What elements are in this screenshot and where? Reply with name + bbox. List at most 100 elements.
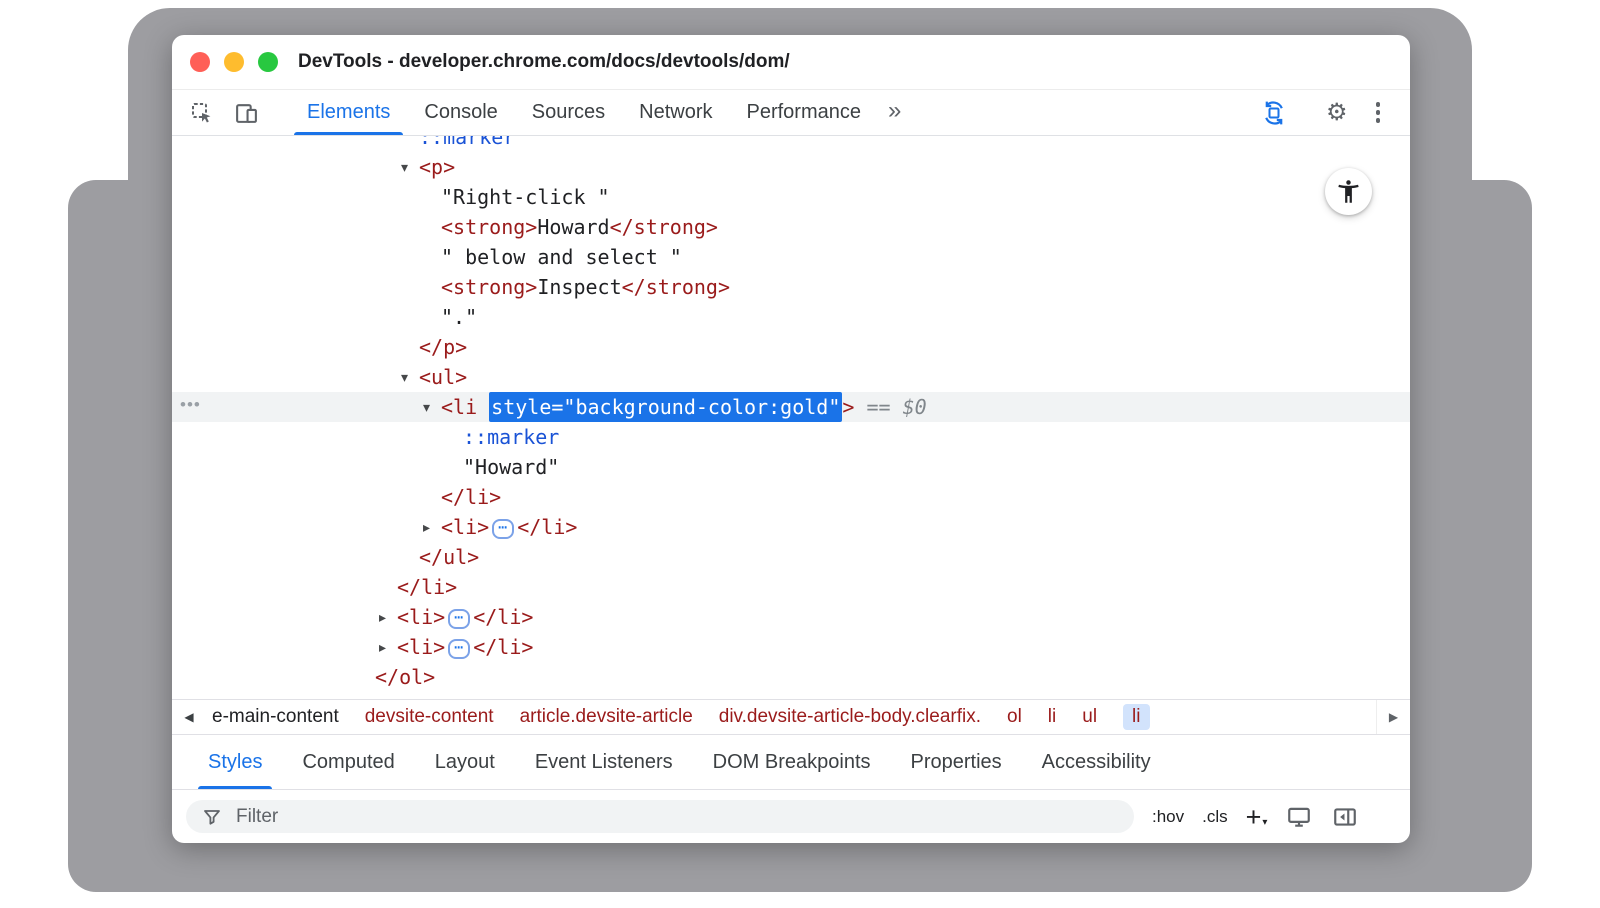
code-token: </li> bbox=[473, 605, 533, 629]
styles-toolbar: :hov .cls + ▾ bbox=[172, 789, 1410, 843]
breadcrumb-item-li[interactable]: li bbox=[1048, 706, 1056, 728]
dom-tree-row[interactable]: </ul> bbox=[172, 542, 1410, 572]
breadcrumb-item-ul[interactable]: ul bbox=[1082, 706, 1097, 728]
code-token: </strong> bbox=[610, 215, 718, 239]
code-token: <strong> bbox=[441, 215, 537, 239]
rendering-emulation-icon[interactable] bbox=[1285, 803, 1313, 831]
breadcrumb-item-div-devsite-article-body-clearfix-[interactable]: div.devsite-article-body.clearfix. bbox=[719, 706, 981, 728]
code-token: </ul> bbox=[419, 545, 479, 569]
zoom-button[interactable] bbox=[258, 52, 278, 72]
collapse-arrow-icon[interactable]: ▸ bbox=[379, 602, 386, 632]
code-token: "Howard" bbox=[463, 455, 559, 479]
row-overflow-menu-icon[interactable]: ••• bbox=[180, 390, 201, 420]
tab-layout[interactable]: Layout bbox=[415, 735, 515, 789]
dom-tree-row[interactable]: ▸ <li>⋯</li> bbox=[172, 632, 1410, 662]
breadcrumb-item-li[interactable]: li bbox=[1123, 704, 1149, 730]
device-toolbar-icon[interactable] bbox=[232, 99, 260, 127]
element-classes-button[interactable]: .cls bbox=[1202, 807, 1228, 827]
minimize-button[interactable] bbox=[224, 52, 244, 72]
code-token: > bbox=[842, 395, 854, 419]
tab-console[interactable]: Console bbox=[407, 90, 514, 135]
stage: DevTools - developer.chrome.com/docs/dev… bbox=[0, 0, 1600, 908]
code-token: </li> bbox=[473, 635, 533, 659]
code-token: <p> bbox=[419, 155, 455, 179]
code-token: <li> bbox=[441, 515, 489, 539]
dom-tree-row[interactable]: </p> bbox=[172, 332, 1410, 362]
tab-computed[interactable]: Computed bbox=[282, 735, 414, 789]
toggle-element-state-button[interactable]: :hov bbox=[1152, 807, 1184, 827]
styles-filter[interactable] bbox=[186, 800, 1134, 833]
code-token: ::marker bbox=[463, 425, 559, 449]
code-token: Howard bbox=[537, 215, 609, 239]
dom-tree-row[interactable]: <strong>Howard</strong> bbox=[172, 212, 1410, 242]
tab-sources[interactable]: Sources bbox=[515, 90, 622, 135]
three-dot-menu-icon[interactable] bbox=[1370, 100, 1387, 125]
code-token: </ol> bbox=[375, 665, 435, 689]
code-token: == bbox=[854, 395, 902, 419]
code-token: Inspect bbox=[537, 275, 621, 299]
inspect-element-icon[interactable] bbox=[188, 99, 216, 127]
dom-tree-row[interactable]: ▾<ul> bbox=[172, 362, 1410, 392]
breadcrumb-scroll-right-button[interactable]: ▶ bbox=[1376, 700, 1410, 734]
dom-tree-row[interactable]: </li> bbox=[172, 482, 1410, 512]
expand-arrow-icon[interactable]: ▾ bbox=[401, 152, 408, 182]
code-token: <li> bbox=[397, 635, 445, 659]
dom-tree: ::marker▾<p>"Right-click "<strong>Howard… bbox=[172, 136, 1410, 699]
breadcrumb-item-devsite-content[interactable]: devsite-content bbox=[365, 706, 494, 728]
breadcrumb-scroll-left-button[interactable]: ◀ bbox=[172, 700, 206, 734]
tab-event-listeners[interactable]: Event Listeners bbox=[515, 735, 693, 789]
code-token: "Right-click " bbox=[441, 185, 610, 209]
code-token: $0 bbox=[903, 395, 927, 419]
expand-arrow-icon[interactable]: ▾ bbox=[401, 362, 408, 392]
title-bar: DevTools - developer.chrome.com/docs/dev… bbox=[172, 35, 1410, 90]
dom-tree-row[interactable]: "." bbox=[172, 302, 1410, 332]
tab-properties[interactable]: Properties bbox=[891, 735, 1022, 789]
close-button[interactable] bbox=[190, 52, 210, 72]
devtools-toolbar: ElementsConsoleSourcesNetworkPerformance… bbox=[172, 90, 1410, 136]
chevron-down-icon: ▾ bbox=[1262, 817, 1267, 828]
dom-tree-row[interactable]: ▾ <p> bbox=[172, 152, 1410, 182]
dom-tree-row[interactable]: •••▾<li style="background-color:gold"> =… bbox=[172, 392, 1410, 422]
tab-elements[interactable]: Elements bbox=[290, 90, 407, 135]
collapsed-content-button[interactable]: ⋯ bbox=[492, 519, 514, 539]
collapsed-content-button[interactable]: ⋯ bbox=[448, 639, 470, 659]
dom-tree-row[interactable]: ▸<li>⋯</li> bbox=[172, 602, 1410, 632]
sync-icon[interactable] bbox=[1260, 99, 1288, 127]
breadcrumb-item-e-main-content[interactable]: e-main-content bbox=[212, 706, 339, 728]
devtools-window: DevTools - developer.chrome.com/docs/dev… bbox=[172, 35, 1410, 843]
tab-performance[interactable]: Performance bbox=[730, 90, 879, 135]
sidebar-tabs: StylesComputedLayoutEvent ListenersDOM B… bbox=[172, 734, 1410, 789]
dom-tree-row[interactable]: </ol> bbox=[172, 662, 1410, 692]
new-style-rule-button[interactable]: + ▾ bbox=[1246, 806, 1268, 828]
collapse-arrow-icon[interactable]: ▸ bbox=[423, 512, 430, 542]
tab-dom-breakpoints[interactable]: DOM Breakpoints bbox=[693, 735, 891, 789]
more-panels-button[interactable]: » bbox=[878, 97, 911, 125]
code-token: </li> bbox=[397, 575, 457, 599]
filter-input[interactable] bbox=[236, 806, 1076, 828]
dom-tree-row[interactable]: "Howard" bbox=[172, 452, 1410, 482]
dom-tree-row[interactable]: ::marker bbox=[172, 422, 1410, 452]
breadcrumb-list: e-main-content devsite-content article.dev… bbox=[206, 704, 1150, 730]
code-token: ::marker bbox=[419, 136, 515, 149]
settings-gear-icon[interactable]: ⚙ bbox=[1326, 101, 1348, 125]
tab-accessibility[interactable]: Accessibility bbox=[1022, 735, 1171, 789]
breadcrumb-item-article-devsite-article[interactable]: article.devsite-article bbox=[520, 706, 693, 728]
dom-tree-row[interactable]: " below and select " bbox=[172, 242, 1410, 272]
dom-tree-row[interactable]: "Right-click " bbox=[172, 182, 1410, 212]
dom-tree-row[interactable]: <strong>Inspect</strong> bbox=[172, 272, 1410, 302]
toolbar-tabs: ElementsConsoleSourcesNetworkPerformance bbox=[290, 90, 878, 135]
tab-styles[interactable]: Styles bbox=[188, 735, 282, 789]
accessibility-fab[interactable] bbox=[1325, 168, 1372, 215]
toolbar-right: ⚙ bbox=[1260, 99, 1386, 127]
dom-tree-row[interactable]: ::marker bbox=[172, 136, 1410, 152]
breadcrumb-item-ol[interactable]: ol bbox=[1007, 706, 1022, 728]
tab-network[interactable]: Network bbox=[622, 90, 729, 135]
collapse-arrow-icon[interactable]: ▸ bbox=[379, 632, 386, 662]
expand-arrow-icon[interactable]: ▾ bbox=[423, 392, 430, 422]
code-token: style="background-color:gold" bbox=[489, 392, 842, 422]
dom-tree-row[interactable]: </li> bbox=[172, 572, 1410, 602]
dom-tree-row[interactable]: ▸<li>⋯</li> bbox=[172, 512, 1410, 542]
sidebar-toggle-icon[interactable] bbox=[1331, 803, 1359, 831]
code-token: "." bbox=[441, 305, 477, 329]
collapsed-content-button[interactable]: ⋯ bbox=[448, 609, 470, 629]
